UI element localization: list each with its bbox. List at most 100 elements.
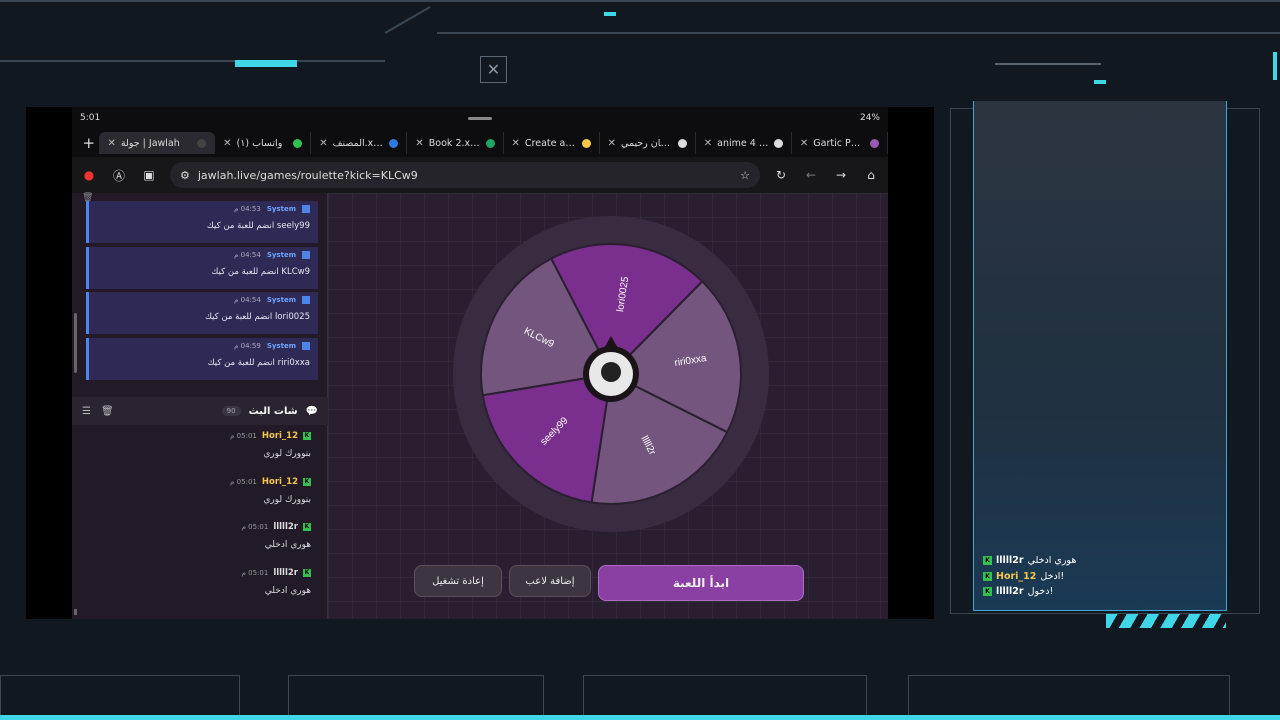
kick-icon: K [983, 587, 992, 596]
message-text: هوري ادخلي [1027, 555, 1077, 566]
scrollbar[interactable] [74, 313, 77, 373]
bottom-panel [0, 675, 240, 715]
translate-icon[interactable]: ▣ [140, 168, 158, 182]
bottom-panel [908, 675, 1230, 715]
sender-name: System [266, 341, 296, 350]
status-bar: 5:01 24% [72, 107, 888, 129]
accent-dot [604, 12, 616, 16]
close-tab-icon[interactable]: ✕ [415, 138, 423, 149]
close-tab-icon[interactable]: ✕ [512, 138, 520, 149]
add-player-button[interactable]: إضافة لاعب [509, 565, 591, 597]
close-tab-icon[interactable]: ✕ [704, 138, 712, 149]
reload-icon[interactable]: ↻ [772, 168, 790, 182]
favicon-icon [197, 138, 207, 148]
overlay-chat-message: Klllll2r هوري ادخلي [983, 555, 1223, 566]
accent-line [995, 63, 1101, 65]
trash-icon[interactable]: 🗑 [101, 406, 114, 417]
tab-label: (١) واتساب [236, 137, 283, 149]
tab-label: Gartic Phone [813, 137, 865, 149]
favicon-icon [773, 138, 783, 148]
message-text: بنوورك لوري [263, 494, 311, 505]
bookmark-star-icon[interactable]: ☆ [740, 169, 750, 182]
site-settings-icon[interactable]: ⚙ [180, 169, 190, 182]
close-tab-icon[interactable]: ✕ [608, 138, 616, 149]
chat-username: Hori_12 [261, 476, 298, 487]
close-tab-icon[interactable]: ✕ [107, 138, 115, 149]
message-text: دخول! [1027, 586, 1054, 597]
stripe-decoration [1106, 614, 1226, 628]
chat-message: K Hori_12 05:01 م بنوورك لوري [91, 477, 311, 505]
drag-handle[interactable] [468, 116, 493, 120]
restart-button[interactable]: إعادة تشغيل [414, 565, 502, 597]
kick-icon: K [303, 477, 311, 486]
chat-title: شات البث [248, 405, 298, 417]
status-time: 5:01 [80, 113, 101, 123]
browser-tabs: + ✕ جولة | Jawlah ✕ (١) واتساب ✕ المصنف.xlsx ✕… [72, 129, 888, 157]
close-icon[interactable]: ✕ [480, 56, 507, 83]
tab-label: سفيان رحيمي [621, 137, 673, 149]
message-time: 04:54 م [234, 296, 261, 304]
browser-tab[interactable]: ✕ Gartic Phone [792, 132, 888, 154]
chat-message: K Hori_12 05:01 م بنوورك لوري [91, 431, 311, 459]
message-text: KLCw9 انضم للعبة من كيك [211, 266, 310, 277]
system-icon [302, 205, 310, 213]
home-icon[interactable]: ⌂ [862, 168, 880, 182]
favicon-icon [581, 138, 591, 148]
browser-tab[interactable]: ✕ Create a يورد [504, 132, 600, 154]
reader-icon[interactable]: Ⓐ [110, 167, 128, 184]
start-game-button[interactable]: ابدأ اللعبة [598, 565, 804, 601]
chat-message: Klllll2r 05:01 م هوري ادخلي [91, 522, 311, 550]
message-text: هوري ادخلي [264, 540, 311, 550]
message-text: lori0025 انضم للعبة من كيك [204, 312, 310, 322]
kick-icon: K [983, 571, 992, 581]
system-message: System 04:54 م lori0025 انضم للعبة من كيك [86, 292, 318, 334]
forward-icon[interactable]: → [832, 168, 850, 182]
url-field[interactable]: ⚙ jawlah.live/games/roulette?kick=KLCw9 … [170, 162, 760, 188]
scrollbar[interactable] [74, 609, 77, 615]
kick-icon: K [303, 568, 311, 577]
browser-tab[interactable]: ✕ anime 4 you [696, 132, 792, 154]
chat-username: Hori_12 [996, 570, 1037, 582]
close-tab-icon[interactable]: ✕ [800, 138, 808, 149]
system-message: System 04:54 م KLCw9 انضم للعبة من كيك [86, 246, 318, 289]
chat-username: lllll2r [273, 567, 298, 578]
message-time: 04:59 م [234, 341, 261, 350]
favicon-icon [485, 138, 495, 148]
chat-bubble-icon: 💬 [305, 405, 318, 417]
browser-tab[interactable]: ✕ المصنف.xlsx [311, 132, 408, 154]
record-icon[interactable]: ● [80, 168, 98, 182]
back-icon[interactable]: ← [802, 168, 820, 182]
bottom-panel [583, 675, 867, 715]
message-time: 04:54 م [234, 250, 261, 259]
browser-tab[interactable]: ✕ جولة | Jawlah [99, 132, 216, 154]
favicon-icon [677, 138, 687, 148]
browser-tab[interactable]: ✕ Book 2.xlsx [407, 132, 504, 154]
battery-level: 24% [859, 113, 880, 123]
close-tab-icon[interactable]: ✕ [319, 138, 327, 149]
frame-top-line [0, 0, 1280, 2]
favicon-icon [293, 138, 303, 148]
close-tab-icon[interactable]: ✕ [223, 138, 231, 149]
browser-tab[interactable]: ✕ (١) واتساب [215, 132, 312, 154]
bottom-panel [288, 675, 544, 715]
browser-tab[interactable]: ✕ سفيان رحيمي [600, 132, 696, 154]
chat-message: Klllll2r 05:01 م هوري ادخلي [91, 568, 311, 596]
system-icon [302, 250, 310, 259]
tab-label: Create a يورد [524, 137, 577, 149]
frame-line-left [0, 60, 385, 62]
system-message: System 04:53 م seely99 انضم للعبة من كيك [86, 201, 318, 243]
system-icon [302, 341, 310, 350]
message-text: seely99 انضم للعبة من كيك [206, 221, 310, 231]
sender-name: System [266, 250, 296, 259]
web-page: 🗑 System 04:53 م seely99 انضم للعبة من كيك… [72, 193, 888, 619]
new-tab-button[interactable]: + [78, 134, 99, 152]
browser-toolbar: ● Ⓐ ▣ ⚙ jawlah.live/games/roulette?kick=… [72, 157, 888, 193]
kick-icon: K [303, 432, 311, 440]
message-text: riri0xxa انضم للعبة من كيك [207, 357, 310, 368]
overlay-chat-message: K Hori_12 ادخل! [983, 571, 1223, 582]
kick-icon: K [983, 556, 992, 565]
sort-icon[interactable]: ☰ [82, 406, 91, 417]
roulette-wheel[interactable]: lori0025riri0xxalllll2rseely99KLCw9 [452, 215, 770, 533]
tab-label: المصنف.xlsx [332, 137, 385, 149]
chat-header: ☰ 🗑 90 شات البث 💬 [72, 397, 328, 425]
